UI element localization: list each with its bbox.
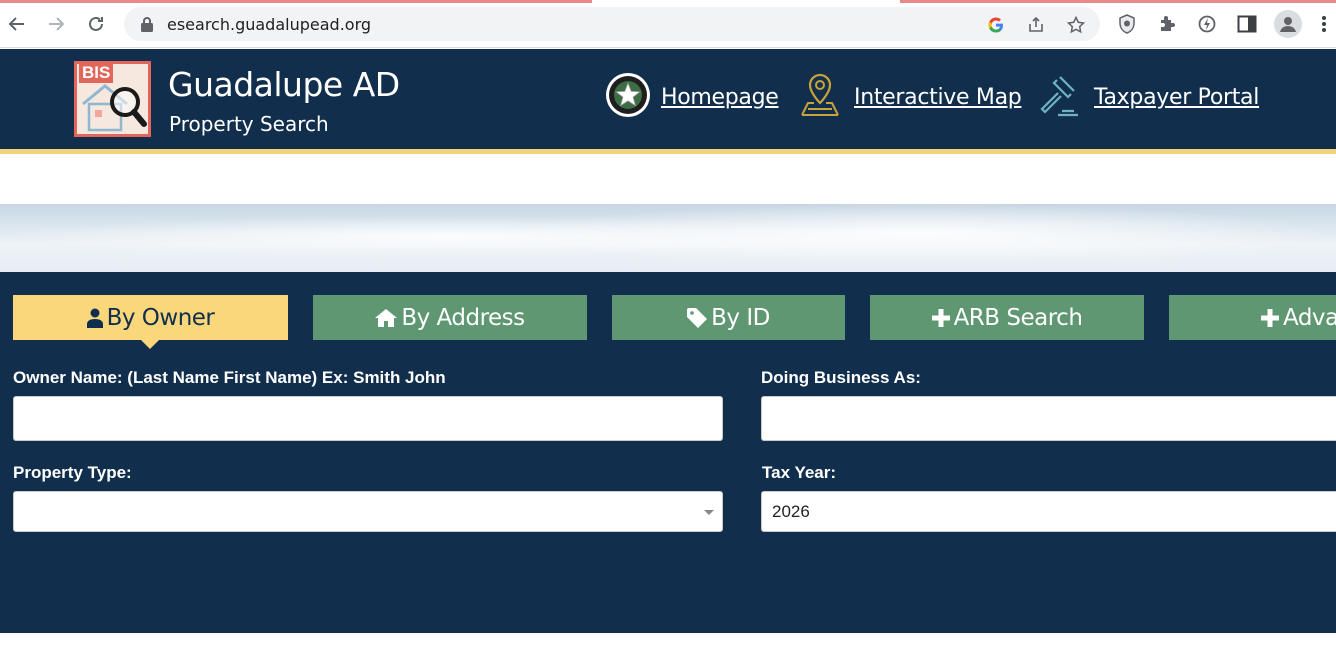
menu-kebab-icon[interactable] [1318, 13, 1330, 35]
tax-year-label: Tax Year: [762, 463, 837, 482]
site-subtitle: Property Search [169, 112, 329, 136]
site-title: Guadalupe AD [168, 65, 400, 104]
tab-by-id[interactable]: By ID [612, 295, 845, 340]
tab-advanced[interactable]: Advan [1169, 295, 1336, 340]
tab-by-owner-label: By Owner [106, 304, 215, 331]
page-footer-space [0, 633, 1336, 655]
nav-interactive-map[interactable]: Interactive Map [796, 73, 1022, 116]
user-icon [86, 308, 103, 328]
tag-icon [687, 307, 708, 328]
reload-icon[interactable] [84, 12, 108, 36]
nav-taxpayer-portal[interactable]: Taxpayer Portal [1036, 75, 1260, 116]
plus-icon [931, 308, 950, 327]
tax-year-input[interactable]: 2026 [761, 491, 1336, 532]
owner-name-input[interactable] [13, 396, 723, 441]
star-seal-icon [605, 72, 651, 123]
side-panel-icon[interactable] [1236, 13, 1258, 35]
nav-interactive-map-label: Interactive Map [854, 84, 1022, 110]
property-type-select[interactable] [13, 491, 723, 532]
site-header: BIS Guadalupe AD Property Search Homepag… [0, 49, 1336, 150]
nav-taxpayer-portal-label: Taxpayer Portal [1094, 84, 1260, 110]
tab-by-id-label: By ID [711, 304, 770, 331]
google-icon[interactable] [986, 15, 1006, 35]
home-icon [375, 308, 398, 327]
url-text: esearch.guadalupead.org [167, 15, 372, 34]
gavel-icon [1036, 71, 1084, 124]
tab-arb-search[interactable]: ARB Search [870, 295, 1144, 340]
tab-arb-search-label: ARB Search [953, 304, 1083, 331]
nav-homepage[interactable]: Homepage [605, 72, 779, 117]
property-type-label: Property Type: [13, 463, 132, 482]
profile-avatar-icon[interactable] [1274, 10, 1302, 38]
hero-sky-image [0, 204, 1336, 272]
share-icon[interactable] [1026, 15, 1046, 35]
spacer-band [0, 154, 1336, 204]
back-icon[interactable] [5, 12, 29, 36]
dba-label: Doing Business As: [761, 368, 921, 387]
shield-extension-icon[interactable] [1116, 13, 1138, 35]
tab-advanced-label: Advan [1283, 304, 1336, 331]
search-panel: By Owner By Address By ID ARB Search Adv… [0, 272, 1336, 633]
dba-input[interactable] [761, 396, 1336, 441]
map-pin-icon [796, 71, 844, 124]
nav-homepage-label: Homepage [661, 84, 779, 110]
tab-by-address[interactable]: By Address [313, 295, 587, 340]
bookmark-star-icon[interactable] [1066, 15, 1086, 35]
plus-icon [1261, 308, 1279, 327]
extensions-puzzle-icon[interactable] [1156, 13, 1178, 35]
owner-name-label: Owner Name: (Last Name First Name) Ex: S… [13, 368, 446, 387]
performance-icon[interactable] [1196, 13, 1218, 35]
bis-logo[interactable]: BIS [74, 61, 151, 137]
tab-by-owner[interactable]: By Owner [13, 295, 288, 340]
forward-icon[interactable] [44, 12, 68, 36]
lock-icon [140, 16, 154, 32]
address-bar[interactable]: esearch.guadalupead.org [124, 7, 1100, 41]
active-tab-caret [141, 340, 159, 349]
browser-toolbar: esearch.guadalupead.org [0, 0, 1336, 48]
tab-by-address-label: By Address [401, 304, 525, 331]
tab-strip [0, 0, 1336, 3]
